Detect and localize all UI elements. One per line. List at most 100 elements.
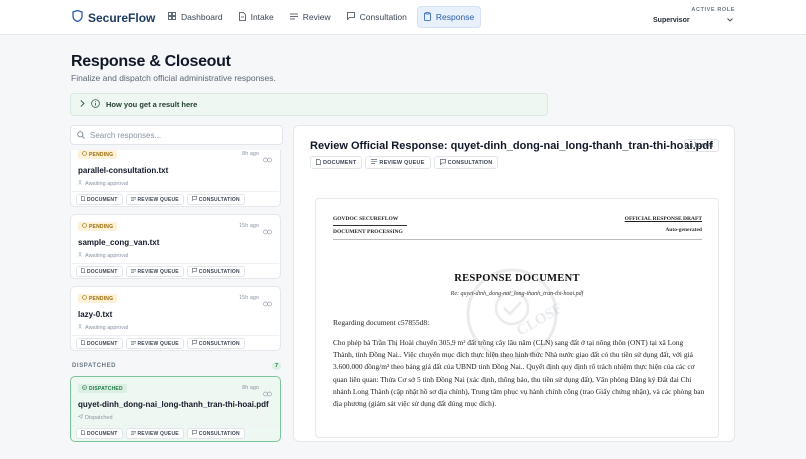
nav-dashboard[interactable]: Dashboard xyxy=(162,6,229,28)
response-card[interactable]: PENDING 8h ago parallel-consultation.txt… xyxy=(70,150,281,207)
consultation-label: CONSULTATION xyxy=(198,268,240,275)
page-subtitle: Finalize and dispatch official administr… xyxy=(71,73,276,83)
doc-header-org: GOVDOC SECUREFLOW xyxy=(333,216,399,222)
list-icon xyxy=(130,430,136,437)
card-status-text: Awaiting approval xyxy=(78,180,128,187)
consultation-button[interactable]: CONSULTATION xyxy=(186,338,245,349)
nav-dashboard-label: Dashboard xyxy=(181,12,223,22)
consultation-label: CONSULTATION xyxy=(198,430,240,437)
card-status-text: Dispatched xyxy=(77,413,113,421)
review-queue-button[interactable]: REVIEW QUEUE xyxy=(365,156,431,169)
nav-intake-label: Intake xyxy=(250,12,274,22)
document-button[interactable]: DOCUMENT xyxy=(76,266,123,277)
review-queue-label: REVIEW QUEUE xyxy=(137,196,179,203)
chat-icon xyxy=(191,340,197,347)
response-card[interactable]: PENDING 15h ago lazy-0.txt Awaiting appr… xyxy=(70,286,281,351)
link-icon[interactable] xyxy=(263,150,272,168)
file-icon xyxy=(81,340,85,347)
info-icon xyxy=(91,99,100,110)
dispatched-count-badge: 7 xyxy=(271,362,281,370)
search-box xyxy=(70,125,283,145)
card-status-label: Awaiting approval xyxy=(85,324,129,331)
status-badge: PENDING xyxy=(78,294,118,303)
check-circle-icon xyxy=(82,385,87,392)
status-badge-label: DISPATCHED xyxy=(89,385,123,392)
card-divider xyxy=(72,335,279,336)
link-icon[interactable] xyxy=(263,222,272,240)
card-status-label: Dispatched xyxy=(85,414,113,421)
consultation-button[interactable]: CONSULTATION xyxy=(186,194,245,205)
consultation-button[interactable]: CONSULTATION xyxy=(186,266,245,277)
link-icon[interactable] xyxy=(263,294,272,312)
document-button[interactable]: DOCUMENT xyxy=(76,428,123,439)
nav-consultation[interactable]: Consultation xyxy=(341,6,413,28)
card-divider xyxy=(72,263,279,264)
card-divider xyxy=(72,191,279,192)
consultation-button[interactable]: CONSULTATION xyxy=(186,428,245,439)
doc-regarding: Regarding document c57855d8: xyxy=(333,318,430,327)
dashboard-icon xyxy=(168,12,176,22)
card-status-text: Awaiting approval xyxy=(78,324,128,331)
info-banner[interactable]: How you get a result here xyxy=(70,93,548,116)
nav-review[interactable]: Review xyxy=(284,6,337,28)
doc-header-rule xyxy=(333,225,407,226)
response-detail-panel: Review Official Response: quyet-dinh_don… xyxy=(293,125,735,442)
nav-intake[interactable]: Intake xyxy=(233,6,280,28)
role-select[interactable]: Supervisor xyxy=(650,14,736,27)
chat-icon xyxy=(191,430,197,437)
card-status-label: Awaiting approval xyxy=(85,180,129,187)
card-time: 15h ago xyxy=(239,295,259,301)
chat-icon xyxy=(439,158,446,167)
review-queue-label: REVIEW QUEUE xyxy=(379,159,425,166)
card-filename: sample_cong_van.txt xyxy=(78,238,160,247)
chat-icon xyxy=(191,196,197,203)
doc-divider xyxy=(333,239,702,240)
search-input[interactable] xyxy=(90,130,270,140)
status-badge: PENDING xyxy=(78,222,118,231)
status-pill: closed xyxy=(683,139,719,152)
document-label: DOCUMENT xyxy=(87,430,118,437)
file-icon xyxy=(81,196,85,203)
nav-consultation-label: Consultation xyxy=(359,12,407,22)
role-label: ACTIVE ROLE xyxy=(691,7,735,13)
card-time: 15h ago xyxy=(239,223,259,229)
nav-response-label: Response xyxy=(435,12,475,22)
list-icon xyxy=(130,196,136,203)
card-actions: DOCUMENT REVIEW QUEUE CONSULTATION xyxy=(76,266,245,277)
status-badge-label: PENDING xyxy=(89,223,114,230)
document-button[interactable]: DOCUMENT xyxy=(76,338,123,349)
user-check-icon xyxy=(78,180,83,187)
review-queue-button[interactable]: REVIEW QUEUE xyxy=(125,194,184,205)
review-queue-button[interactable]: REVIEW QUEUE xyxy=(125,428,184,439)
file-icon xyxy=(81,430,85,437)
response-card[interactable]: PENDING 15h ago sample_cong_van.txt Awai… xyxy=(70,214,281,279)
document-label: DOCUMENT xyxy=(87,340,118,347)
list-icon xyxy=(130,340,136,347)
doc-body: Cho phép bà Trần Thị Hoài chuyển 305,9 m… xyxy=(333,338,705,409)
search-icon xyxy=(77,126,85,144)
nav-response[interactable]: Response xyxy=(416,6,482,28)
dispatched-section-label: DISPATCHED xyxy=(72,363,117,369)
response-card-selected[interactable]: DISPATCHED 8h ago quyet-dinh_dong-nai_lo… xyxy=(70,376,281,442)
shield-icon xyxy=(72,9,83,25)
review-queue-button[interactable]: REVIEW QUEUE xyxy=(125,266,184,277)
document-label: DOCUMENT xyxy=(87,268,118,275)
user-check-icon xyxy=(78,324,83,331)
card-status-text: Awaiting approval xyxy=(78,252,128,259)
document-button[interactable]: DOCUMENT xyxy=(76,194,123,205)
doc-header-draft: OFFICIAL RESPONSE DRAFT xyxy=(624,216,702,222)
card-time: 8h ago xyxy=(242,385,259,391)
document-button[interactable]: DOCUMENT xyxy=(310,156,363,169)
clipboard-icon xyxy=(423,11,431,23)
top-bar: SecureFlow Dashboard Intake Review Consu… xyxy=(0,0,806,35)
card-actions: DOCUMENT REVIEW QUEUE CONSULTATION xyxy=(76,338,245,349)
clock-icon xyxy=(82,223,87,230)
document-label: DOCUMENT xyxy=(323,159,357,166)
send-icon xyxy=(77,413,84,421)
consultation-label: CONSULTATION xyxy=(447,159,493,166)
consultation-button[interactable]: CONSULTATION xyxy=(433,156,499,169)
status-badge-label: PENDING xyxy=(89,151,114,158)
review-queue-button[interactable]: REVIEW QUEUE xyxy=(125,338,184,349)
consultation-label: CONSULTATION xyxy=(198,196,240,203)
brand[interactable]: SecureFlow xyxy=(72,9,155,25)
